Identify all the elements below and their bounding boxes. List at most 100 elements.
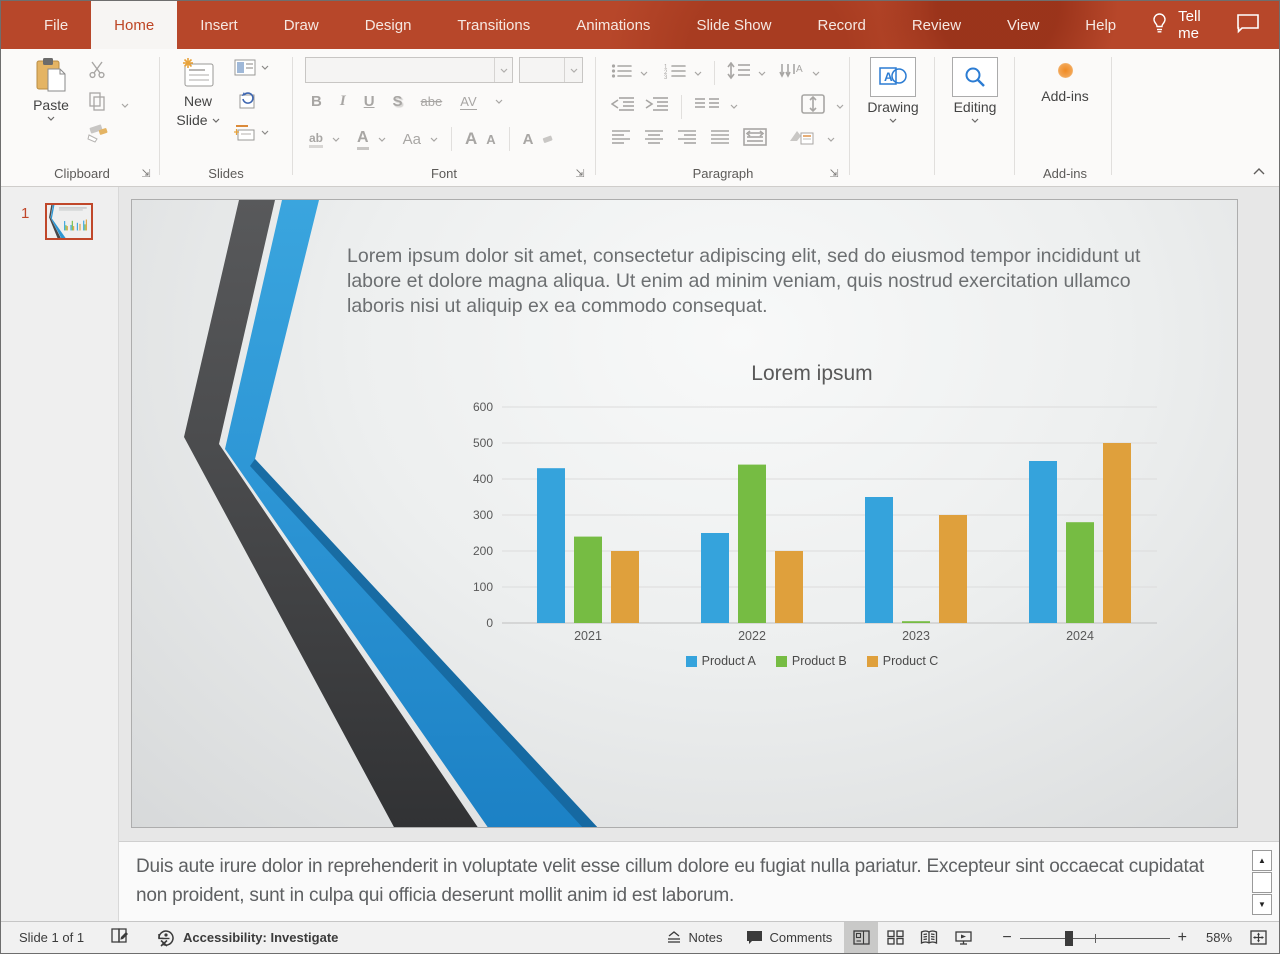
notes-icon bbox=[666, 931, 682, 945]
highlight-color-button[interactable]: ab bbox=[309, 131, 323, 148]
text-direction-button[interactable]: A bbox=[779, 62, 805, 85]
drawing-button[interactable]: A Drawing bbox=[862, 57, 924, 123]
normal-view-button[interactable] bbox=[844, 922, 878, 953]
addins-group-label: Add-ins bbox=[1019, 166, 1111, 181]
new-slide-button[interactable]: New Slide bbox=[170, 57, 226, 129]
tab-animations[interactable]: Animations bbox=[553, 1, 673, 49]
italic-button[interactable]: I bbox=[340, 93, 346, 110]
paragraph-dialog-launcher[interactable]: ⇲ bbox=[827, 167, 841, 181]
chevron-down-icon[interactable] bbox=[332, 137, 340, 142]
increase-indent-button[interactable] bbox=[645, 96, 669, 117]
chevron-down-icon[interactable] bbox=[378, 137, 386, 142]
zoom-slider-thumb[interactable] bbox=[1065, 931, 1073, 946]
chevron-down-icon[interactable] bbox=[494, 58, 512, 82]
zoom-in-button[interactable]: + bbox=[1170, 929, 1195, 947]
editing-icon bbox=[952, 57, 998, 97]
scroll-down-button[interactable]: ▼ bbox=[1252, 894, 1272, 915]
tab-review[interactable]: Review bbox=[889, 1, 984, 49]
shrink-font-button[interactable]: A bbox=[486, 132, 495, 147]
copy-button[interactable] bbox=[87, 91, 107, 116]
slide-canvas[interactable]: Lorem ipsum dolor sit amet, consectetur … bbox=[131, 199, 1238, 828]
zoom-out-button[interactable]: − bbox=[994, 929, 1019, 947]
font-dialog-launcher[interactable]: ⇲ bbox=[573, 167, 587, 181]
text-shadow-button[interactable]: S bbox=[393, 93, 403, 110]
tab-home[interactable]: Home bbox=[91, 1, 177, 49]
zoom-slider[interactable] bbox=[1020, 930, 1170, 946]
tab-slide-show[interactable]: Slide Show bbox=[673, 1, 794, 49]
chevron-down-icon[interactable] bbox=[694, 71, 702, 76]
clear-formatting-button[interactable]: A bbox=[523, 131, 534, 148]
editing-button[interactable]: Editing bbox=[945, 57, 1005, 123]
accessibility-status[interactable]: Accessibility: Investigate bbox=[156, 929, 338, 947]
collapse-ribbon-button[interactable] bbox=[1253, 162, 1265, 180]
svg-text:2022: 2022 bbox=[738, 629, 766, 643]
scroll-thumb[interactable] bbox=[1252, 872, 1272, 893]
tab-record[interactable]: Record bbox=[794, 1, 888, 49]
convert-smartart-button[interactable] bbox=[788, 127, 814, 152]
chevron-down-icon[interactable] bbox=[640, 71, 648, 76]
notes-toggle-button[interactable]: Notes bbox=[654, 922, 734, 953]
chevron-down-icon[interactable] bbox=[430, 137, 438, 142]
slide-sorter-view-button[interactable] bbox=[878, 922, 912, 953]
comments-button[interactable]: Comments bbox=[734, 922, 844, 953]
zoom-level[interactable]: 58% bbox=[1195, 930, 1243, 945]
underline-button[interactable]: U bbox=[364, 93, 375, 110]
chevron-down-icon[interactable] bbox=[812, 71, 820, 76]
notes-text[interactable]: Duis aute irure dolor in reprehenderit i… bbox=[136, 852, 1236, 910]
strikethrough-button[interactable]: abe bbox=[421, 94, 443, 109]
slide-thumbnail[interactable] bbox=[45, 203, 93, 240]
bullets-button[interactable] bbox=[611, 63, 633, 84]
tell-me-label[interactable]: Tell me bbox=[1178, 8, 1215, 42]
format-painter-button[interactable] bbox=[87, 123, 109, 148]
slide-chart[interactable]: Lorem ipsum 0100200300400500600202120222… bbox=[462, 360, 1202, 690]
change-case-button[interactable]: Aa bbox=[403, 131, 421, 148]
scroll-up-button[interactable]: ▲ bbox=[1252, 850, 1272, 871]
fit-slide-to-window-button[interactable] bbox=[1243, 922, 1273, 953]
slide-body-text[interactable]: Lorem ipsum dolor sit amet, consectetur … bbox=[347, 244, 1182, 319]
align-center-button[interactable] bbox=[644, 129, 664, 150]
chevron-down-icon[interactable] bbox=[730, 104, 738, 109]
font-size-combobox[interactable] bbox=[519, 57, 583, 83]
chevron-down-icon[interactable] bbox=[564, 58, 582, 82]
bold-button[interactable]: B bbox=[311, 93, 322, 110]
slideshow-view-button[interactable] bbox=[946, 922, 980, 953]
cut-button[interactable] bbox=[87, 59, 107, 84]
notes-pane[interactable]: Duis aute irure dolor in reprehenderit i… bbox=[119, 841, 1279, 923]
justify-button[interactable] bbox=[710, 129, 730, 150]
addins-button[interactable]: Add-ins bbox=[1033, 63, 1097, 105]
copy-dropdown-chevron-icon[interactable] bbox=[121, 95, 129, 113]
tab-view[interactable]: View bbox=[984, 1, 1062, 49]
tab-help[interactable]: Help bbox=[1062, 1, 1139, 49]
proofing-icon[interactable] bbox=[110, 927, 130, 948]
distribute-text-button[interactable] bbox=[743, 128, 767, 151]
font-color-button[interactable]: A bbox=[357, 129, 369, 150]
character-spacing-button[interactable]: AV bbox=[460, 94, 476, 110]
chevron-down-icon[interactable] bbox=[495, 99, 503, 104]
section-button[interactable] bbox=[234, 123, 269, 141]
tab-insert[interactable]: Insert bbox=[177, 1, 261, 49]
svg-text:200: 200 bbox=[473, 544, 493, 558]
align-right-button[interactable] bbox=[677, 129, 697, 150]
chat-bubble-icon[interactable] bbox=[1235, 11, 1261, 39]
numbering-button[interactable]: 123 bbox=[663, 63, 687, 84]
grow-font-button[interactable]: A bbox=[465, 129, 477, 149]
columns-button[interactable] bbox=[694, 96, 720, 117]
tab-design[interactable]: Design bbox=[342, 1, 435, 49]
tab-transitions[interactable]: Transitions bbox=[434, 1, 553, 49]
reset-button[interactable] bbox=[234, 91, 256, 115]
layout-button[interactable] bbox=[234, 59, 269, 76]
chevron-down-icon[interactable] bbox=[827, 137, 835, 142]
decrease-indent-button[interactable] bbox=[611, 96, 635, 117]
svg-text:0: 0 bbox=[486, 616, 493, 630]
chevron-down-icon[interactable] bbox=[758, 71, 766, 76]
chevron-down-icon[interactable] bbox=[836, 104, 844, 109]
clipboard-dialog-launcher[interactable]: ⇲ bbox=[139, 167, 153, 181]
paste-button[interactable]: Paste bbox=[23, 57, 79, 121]
font-name-combobox[interactable] bbox=[305, 57, 513, 83]
reading-view-button[interactable] bbox=[912, 922, 946, 953]
line-spacing-button[interactable] bbox=[727, 62, 751, 85]
tab-draw[interactable]: Draw bbox=[261, 1, 342, 49]
align-text-button[interactable] bbox=[800, 93, 826, 120]
align-left-button[interactable] bbox=[611, 129, 631, 150]
tab-file[interactable]: File bbox=[21, 1, 91, 49]
